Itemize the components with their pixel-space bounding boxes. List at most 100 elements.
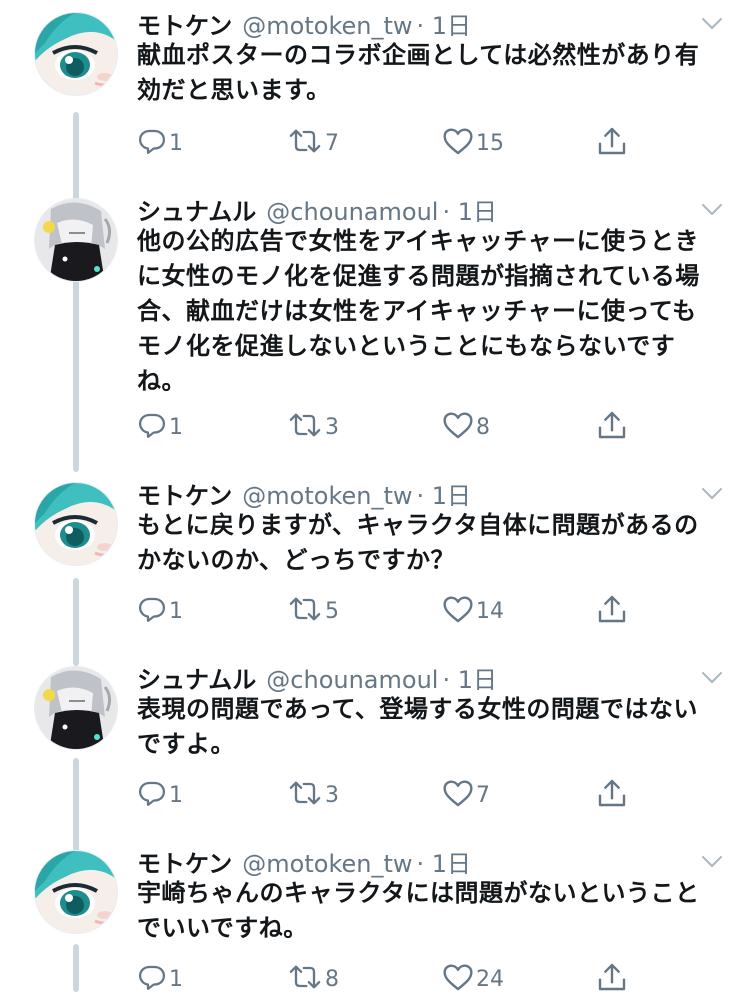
tweet[interactable]: モトケン @motoken_tw · 1日 宇崎ちゃんのキャラクタには問題がない… (0, 838, 749, 1002)
reply-count: 1 (169, 414, 183, 440)
share-button[interactable] (597, 410, 627, 444)
share-icon (597, 125, 627, 161)
timestamp[interactable]: · 1日 (417, 6, 472, 41)
reply-button[interactable]: 1 (137, 594, 183, 628)
retweet-button[interactable]: 5 (287, 594, 339, 628)
tweet-actions: 1 8 24 (137, 962, 637, 996)
share-button[interactable] (597, 594, 627, 628)
chevron-down-icon[interactable] (701, 854, 723, 868)
retweet-count: 3 (325, 782, 339, 808)
avatar-illustration (35, 13, 117, 95)
tweet-text: もとに戻りますが、キャラクタ自体に問題があるのかないのか、どっちですか？ (137, 511, 699, 574)
like-button[interactable]: 15 (442, 126, 504, 160)
chevron-down-icon[interactable] (701, 486, 723, 500)
heart-icon (442, 962, 474, 996)
avatar-illustration (35, 667, 117, 749)
reply-button[interactable]: 1 (137, 962, 183, 996)
heart-icon (442, 410, 474, 444)
like-count: 7 (476, 782, 490, 808)
retweet-icon (287, 962, 323, 996)
retweet-icon (287, 126, 323, 160)
retweet-icon (287, 778, 323, 812)
avatar-illustration (35, 851, 117, 933)
reply-icon (137, 594, 167, 628)
handle[interactable]: @motoken_tw (242, 12, 412, 40)
like-count: 15 (476, 130, 504, 156)
share-icon (597, 593, 627, 629)
retweet-count: 7 (325, 130, 339, 156)
share-button[interactable] (597, 126, 627, 160)
tweet-actions: 1 3 8 (137, 410, 637, 444)
avatar-illustration (35, 199, 117, 281)
tweet-header: モトケン @motoken_tw · 1日 (137, 6, 471, 42)
like-count: 24 (476, 966, 504, 992)
timestamp[interactable]: · 1日 (417, 476, 472, 511)
tweet-text: 宇崎ちゃんのキャラクタには問題がないということでいいですね。 (137, 879, 700, 942)
chevron-down-icon[interactable] (701, 670, 723, 684)
retweet-count: 3 (325, 414, 339, 440)
reply-count: 1 (169, 130, 183, 156)
handle[interactable]: @motoken_tw (242, 482, 412, 510)
tweet-header: モトケン @motoken_tw · 1日 (137, 844, 471, 880)
tweet[interactable]: モトケン @motoken_tw · 1日 献血ポスターのコラボ企画としては必然… (0, 0, 749, 166)
display-name[interactable]: シュナムル (137, 192, 256, 227)
chevron-down-icon[interactable] (701, 16, 723, 30)
timestamp[interactable]: · 1日 (417, 844, 472, 879)
display-name[interactable]: モトケン (137, 6, 232, 41)
retweet-count: 5 (325, 598, 339, 624)
handle[interactable]: @motoken_tw (242, 850, 412, 878)
display-name[interactable]: シュナムル (137, 660, 256, 695)
tweet[interactable]: シュナムル @chounamoul · 1日 表現の問題であって、登場する女性の… (0, 654, 749, 818)
reply-count: 1 (169, 966, 183, 992)
like-button[interactable]: 7 (442, 778, 490, 812)
reply-count: 1 (169, 782, 183, 808)
timestamp[interactable]: · 1日 (442, 192, 497, 227)
retweet-icon (287, 594, 323, 628)
heart-icon (442, 594, 474, 628)
tweet[interactable]: モトケン @motoken_tw · 1日 もとに戻りますが、キャラクタ自体に問… (0, 470, 749, 634)
reply-button[interactable]: 1 (137, 126, 183, 160)
like-count: 14 (476, 598, 504, 624)
reply-icon (137, 410, 167, 444)
avatar[interactable] (34, 666, 118, 750)
reply-icon (137, 778, 167, 812)
share-icon (597, 777, 627, 813)
display-name[interactable]: モトケン (137, 476, 232, 511)
retweet-button[interactable]: 7 (287, 126, 339, 160)
retweet-button[interactable]: 8 (287, 962, 339, 996)
tweet-text: 表現の問題であって、登場する女性の問題ではないですよ。 (137, 695, 698, 758)
like-button[interactable]: 14 (442, 594, 504, 628)
chevron-down-icon[interactable] (701, 202, 723, 216)
reply-icon (137, 126, 167, 160)
tweet-header: モトケン @motoken_tw · 1日 (137, 476, 471, 512)
avatar[interactable] (34, 482, 118, 566)
tweet-text: 献血ポスターのコラボ企画としては必然性があり有効だと思います。 (137, 41, 700, 104)
avatar-illustration (35, 483, 117, 565)
timestamp[interactable]: · 1日 (442, 660, 497, 695)
reply-button[interactable]: 1 (137, 410, 183, 444)
tweet[interactable]: シュナムル @chounamoul · 1日 他の公的広告で女性をアイキャッチャ… (0, 186, 749, 450)
tweet-actions: 1 5 14 (137, 594, 637, 628)
handle[interactable]: @chounamoul (266, 666, 438, 694)
tweet-header: シュナムル @chounamoul · 1日 (137, 660, 497, 696)
share-button[interactable] (597, 778, 627, 812)
retweet-button[interactable]: 3 (287, 778, 339, 812)
heart-icon (442, 126, 474, 160)
like-button[interactable]: 8 (442, 410, 490, 444)
tweet-actions: 1 3 7 (137, 778, 637, 812)
display-name[interactable]: モトケン (137, 844, 232, 879)
retweet-count: 8 (325, 966, 339, 992)
avatar[interactable] (34, 850, 118, 934)
like-count: 8 (476, 414, 490, 440)
tweet-header: シュナムル @chounamoul · 1日 (137, 192, 497, 228)
reply-button[interactable]: 1 (137, 778, 183, 812)
share-button[interactable] (597, 962, 627, 996)
handle[interactable]: @chounamoul (266, 198, 438, 226)
tweet-text: 他の公的広告で女性をアイキャッチャーに使うときに女性のモノ化を促進する問題が指摘… (137, 227, 700, 395)
avatar[interactable] (34, 198, 118, 282)
share-icon (597, 409, 627, 445)
retweet-button[interactable]: 3 (287, 410, 339, 444)
like-button[interactable]: 24 (442, 962, 504, 996)
retweet-icon (287, 410, 323, 444)
avatar[interactable] (34, 12, 118, 96)
